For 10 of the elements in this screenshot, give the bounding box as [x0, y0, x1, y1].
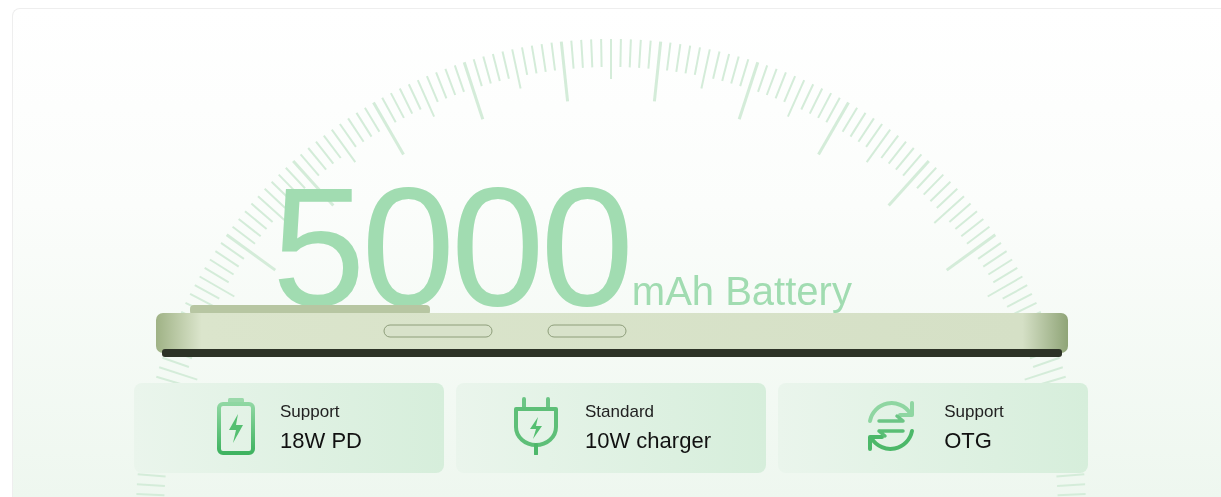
feature-label: Standard	[585, 402, 655, 422]
capacity-number: 5000	[272, 177, 630, 317]
plug-icon	[511, 397, 561, 455]
feature-value: OTG	[944, 428, 993, 454]
capacity-unit: mAh Battery	[631, 271, 852, 311]
feature-label: Support	[280, 402, 341, 422]
feature-value: 18W PD	[280, 428, 362, 454]
battery-icon	[216, 397, 257, 455]
feature-label: Support	[944, 402, 1004, 422]
feature-value: 10W charger	[585, 428, 711, 454]
